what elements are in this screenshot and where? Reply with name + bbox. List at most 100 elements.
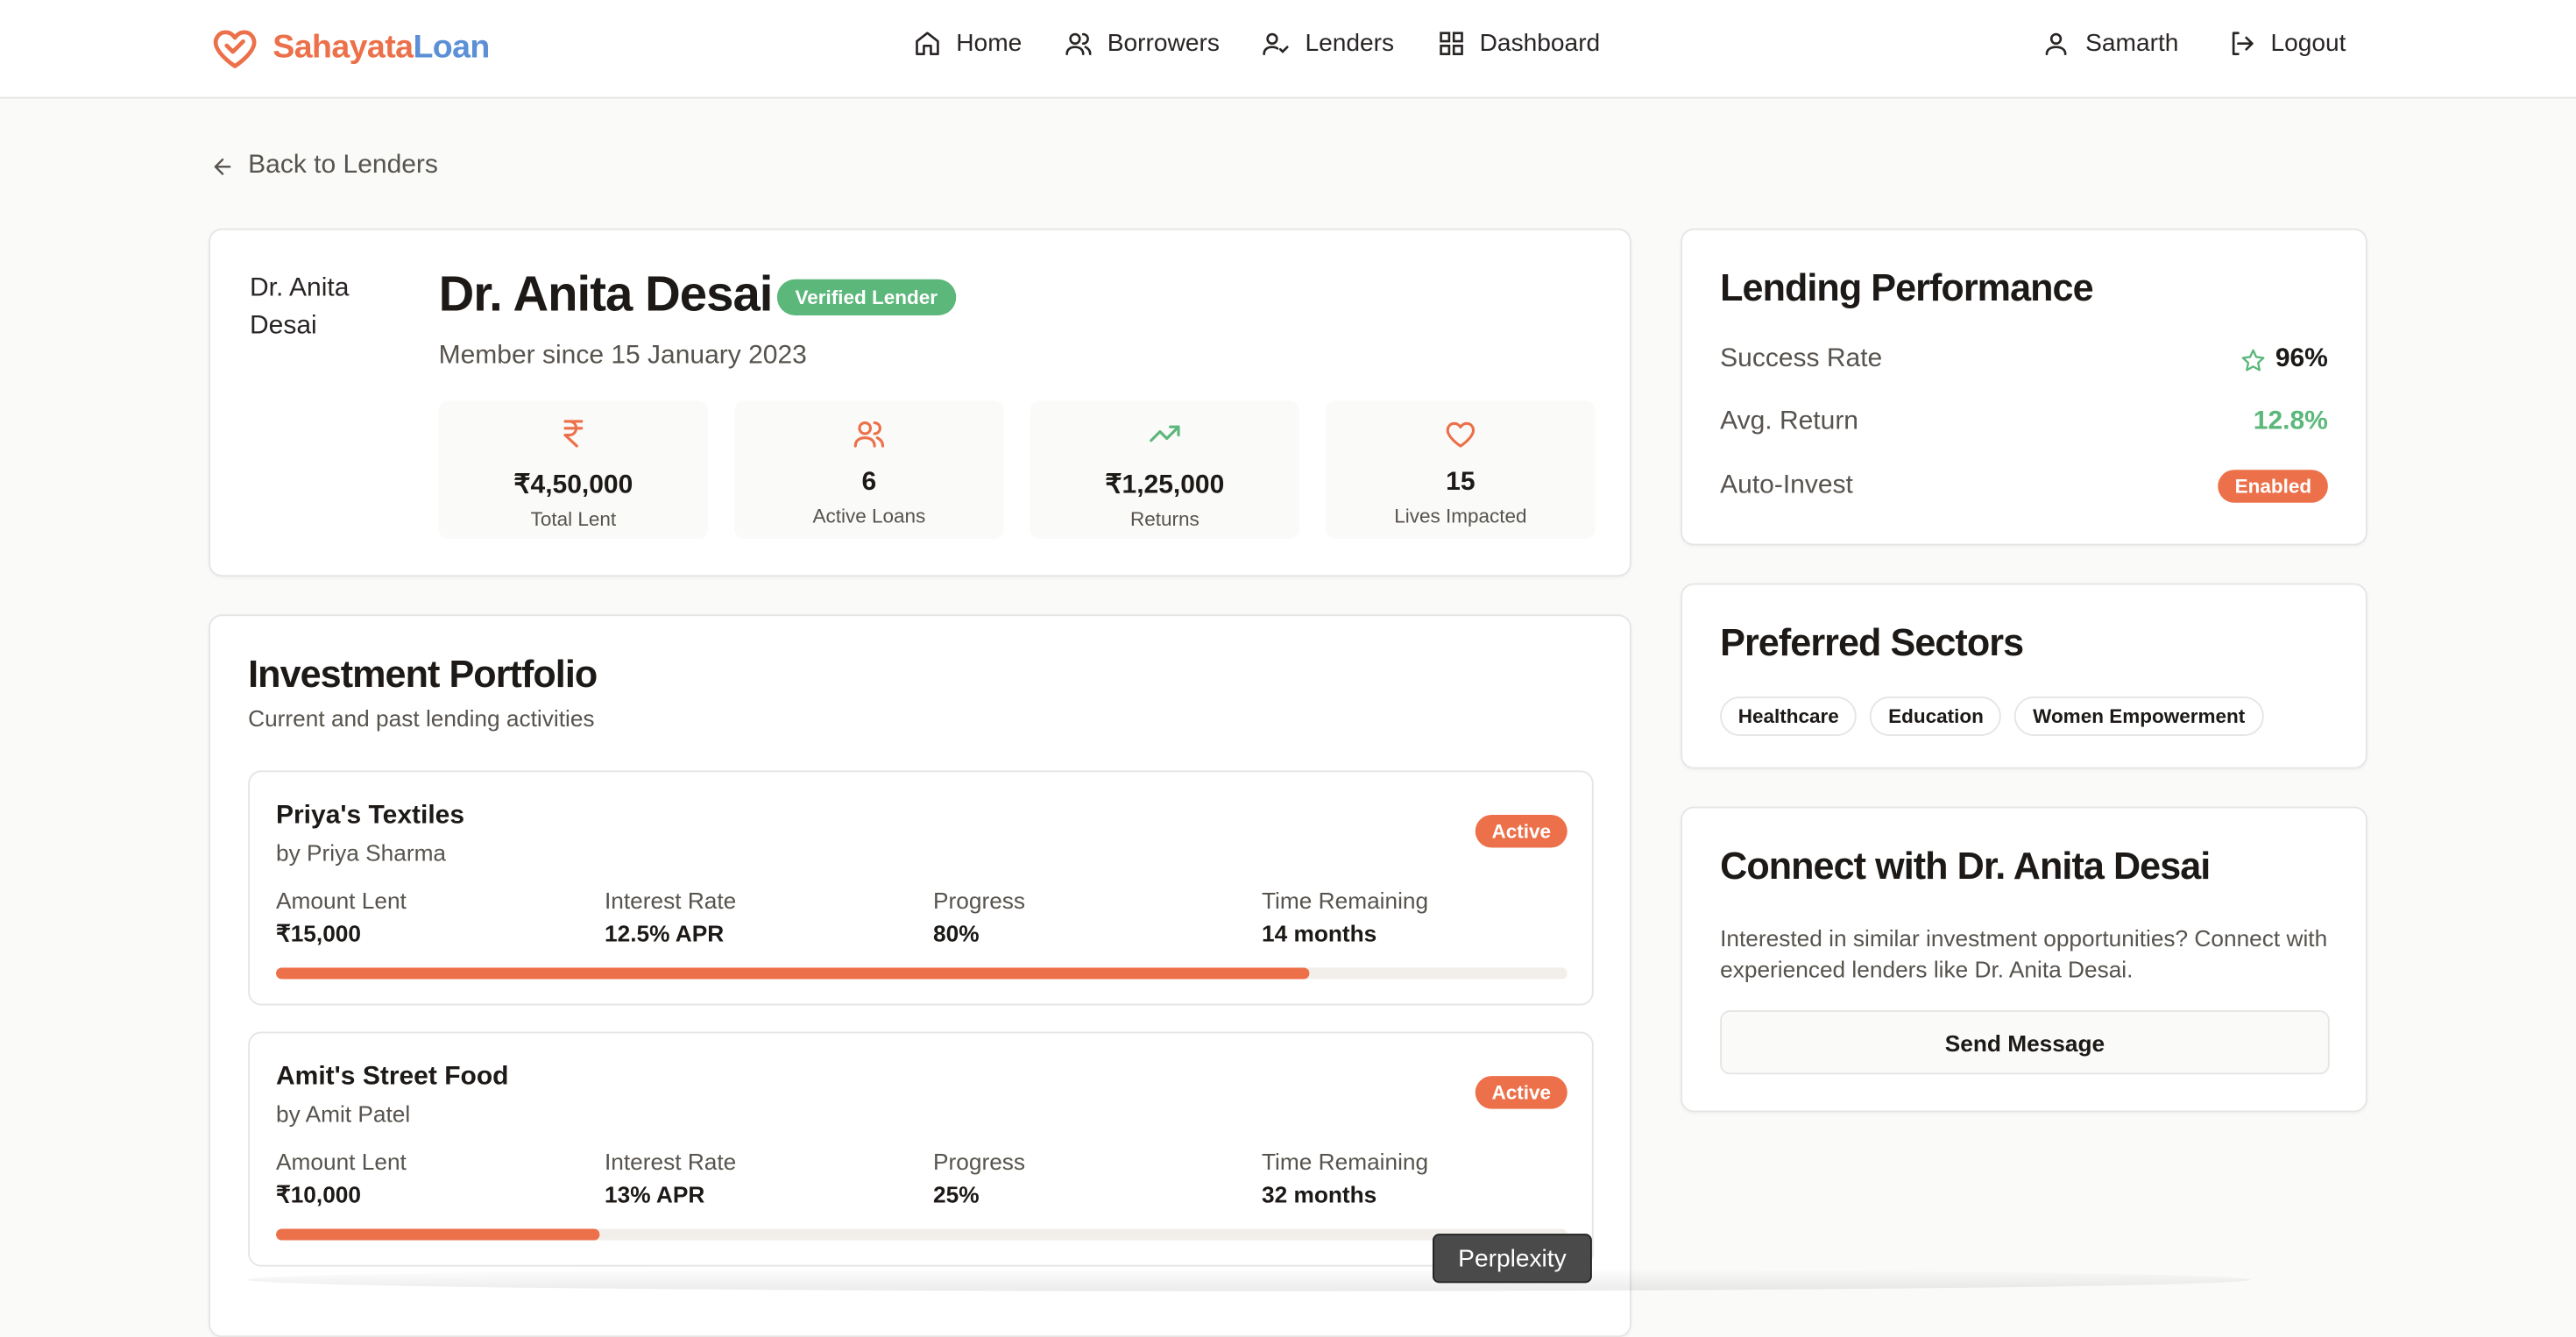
user-check-icon (1263, 30, 1291, 58)
metric-label: Interest Rate (605, 1148, 737, 1175)
metric-value: 14 months (1262, 920, 1377, 946)
lending-performance-card: Lending Performance Success Rate 96% Avg… (1681, 228, 2367, 546)
stat-label: Total Lent (530, 507, 617, 531)
brand-name-part2: Loan (413, 28, 490, 66)
heart-hand-logo-icon (210, 23, 259, 72)
dashboard-icon (1437, 30, 1465, 58)
nav-dashboard[interactable]: Dashboard (1437, 30, 1600, 58)
status-badge: Active (1475, 1076, 1568, 1109)
users-icon (1065, 30, 1093, 58)
portfolio-title: Investment Portfolio (248, 652, 598, 696)
success-rate-label: Success Rate (1720, 344, 1883, 373)
stat-total-lent: ₹4,50,000 Total Lent (438, 400, 709, 539)
back-label: Back to Lenders (248, 151, 438, 180)
perplexity-tooltip: Perplexity (1433, 1234, 1592, 1284)
stat-label: Returns (1129, 507, 1200, 531)
sectors-title: Preferred Sectors (1720, 620, 2024, 664)
metric-time-remaining: Time Remaining 32 months (1262, 1149, 1590, 1209)
auto-invest-badge: Enabled (2218, 470, 2328, 503)
metric-value: ₹10,000 (276, 1181, 362, 1208)
stat-value: ₹4,50,000 (513, 471, 633, 499)
nav-home-label: Home (956, 29, 1023, 58)
avatar: Dr. Anita Desai (250, 270, 381, 401)
progress-bar-fill (276, 1228, 599, 1241)
user-profile-link[interactable]: Samarth (2042, 30, 2178, 58)
metric-progress: Progress 80% (933, 888, 1262, 948)
nav-home[interactable]: Home (914, 29, 1023, 58)
back-to-lenders-link[interactable]: Back to Lenders (210, 152, 438, 181)
success-rate-row: Success Rate 96% (1720, 345, 2328, 375)
auto-invest-label: Auto-Invest (1720, 471, 1853, 499)
metric-value: ₹15,000 (276, 920, 362, 946)
loan-metrics: Amount Lent ₹15,000 Interest Rate 12.5% AP… (276, 888, 1590, 948)
connect-card: Connect with Dr. Anita Desai Interested … (1681, 806, 2367, 1113)
sector-tags: Healthcare Education Women Empowerment (1720, 697, 2263, 736)
metric-progress: Progress 25% (933, 1149, 1262, 1209)
lender-name: Dr. Anita Desai (438, 267, 774, 322)
nav-borrowers-label: Borrowers (1107, 29, 1220, 58)
logout-label: Logout (2270, 29, 2346, 58)
metric-label: Progress (933, 1148, 1026, 1175)
sector-tag: Healthcare (1720, 697, 1858, 736)
portfolio-subtitle: Current and past lending activities (248, 704, 595, 732)
stat-active-loans: 6 Active Loans (734, 400, 1004, 539)
loan-borrower: by Priya Sharma (276, 839, 447, 867)
sector-tag: Education (1870, 697, 2002, 736)
main-nav: Home Borrowers Lenders Dashboard (914, 29, 1600, 58)
metric-value: 13% APR (605, 1181, 705, 1208)
metric-interest-rate: Interest Rate 13% APR (605, 1149, 933, 1209)
logout-icon (2228, 30, 2256, 58)
user-name: Samarth (2085, 29, 2179, 58)
sector-tag: Women Empowerment (2014, 697, 2263, 736)
brand-logo[interactable]: SahayataLoan (210, 23, 490, 72)
stat-value: 6 (861, 468, 877, 497)
nav-lenders[interactable]: Lenders (1263, 30, 1394, 58)
send-message-button[interactable]: Send Message (1720, 1010, 2330, 1075)
performance-title: Lending Performance (1720, 265, 2093, 309)
nav-borrowers[interactable]: Borrowers (1065, 30, 1220, 58)
loan-title: Priya's Textiles (276, 802, 465, 830)
top-navbar: SahayataLoan Home Borrowers Lenders Dash… (0, 0, 2576, 99)
metric-label: Amount Lent (276, 1148, 407, 1175)
metric-value: 80% (933, 920, 980, 946)
stat-label: Lives Impacted (1394, 504, 1527, 527)
star-icon (2240, 348, 2265, 372)
user-menu: Samarth Logout (2042, 30, 2346, 58)
logout-button[interactable]: Logout (2228, 30, 2346, 58)
connect-title: Connect with Dr. Anita Desai (1720, 844, 2211, 888)
avg-return-row: Avg. Return 12.8% (1720, 407, 2328, 437)
connect-description: Interested in similar investment opportu… (1720, 924, 2328, 983)
loan-borrower: by Amit Patel (276, 1100, 411, 1128)
member-since: Member since 15 January 2023 (438, 342, 807, 370)
stat-returns: ₹1,25,000 Returns (1030, 400, 1300, 539)
progress-bar (276, 967, 1568, 980)
loan-item[interactable]: Priya's Textiles by Priya Sharma Active … (248, 770, 1594, 1006)
metric-time-remaining: Time Remaining 14 months (1262, 888, 1590, 948)
trending-up-icon (1149, 417, 1182, 450)
metric-label: Amount Lent (276, 887, 407, 914)
status-badge: Active (1475, 815, 1568, 848)
stat-lives-impacted: 15 Lives Impacted (1326, 400, 1596, 539)
avatar-alt-text: Dr. Anita Desai (250, 274, 350, 341)
metric-label: Interest Rate (605, 887, 737, 914)
stat-value: ₹1,25,000 (1105, 471, 1225, 499)
progress-bar (276, 1228, 1568, 1241)
success-rate-value: 96% (2275, 344, 2328, 373)
users-icon (853, 417, 886, 450)
rupee-icon (557, 417, 591, 450)
loan-item[interactable]: Amit's Street Food by Amit Patel Active … (248, 1031, 1594, 1267)
brand-name-part1: Sahayata (272, 28, 414, 66)
avg-return-value: 12.8% (2253, 407, 2328, 435)
metric-value: 25% (933, 1181, 980, 1208)
metric-label: Time Remaining (1262, 1148, 1429, 1175)
metric-label: Progress (933, 887, 1026, 914)
nav-dashboard-label: Dashboard (1479, 29, 1601, 58)
verified-lender-badge: Verified Lender (776, 279, 956, 315)
heart-icon (1444, 417, 1477, 450)
home-icon (914, 30, 942, 58)
investment-portfolio-card: Investment Portfolio Current and past le… (209, 614, 1631, 1337)
preferred-sectors-card: Preferred Sectors Healthcare Education W… (1681, 583, 2367, 769)
lender-stats: ₹4,50,000 Total Lent 6 Active Loans ₹1,2… (438, 400, 1596, 539)
auto-invest-row: Auto-Invest Enabled (1720, 470, 2328, 503)
stat-value: 15 (1446, 468, 1476, 497)
